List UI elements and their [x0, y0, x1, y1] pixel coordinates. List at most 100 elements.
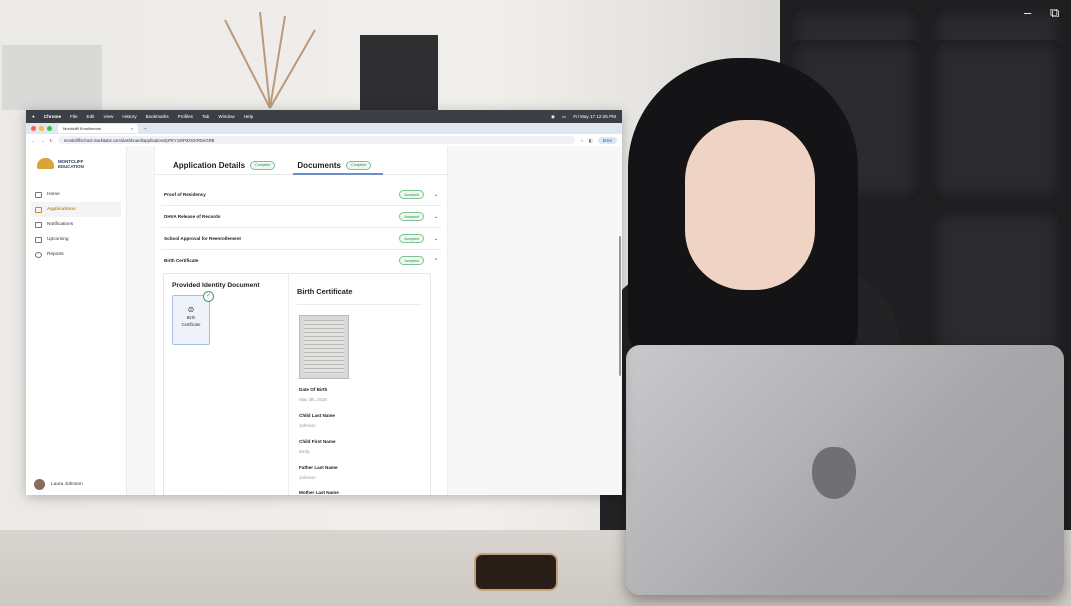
- document-name: DHVA Release of Records: [164, 214, 221, 219]
- tab-application-details[interactable]: Application Details Complete: [173, 156, 276, 174]
- sidebar-item-notifications[interactable]: Notifications: [31, 217, 121, 232]
- browser-tab[interactable]: Monticliff Enrollments ×: [58, 124, 138, 133]
- field-label: Mother Last Name: [299, 490, 339, 495]
- avatar: [34, 479, 45, 490]
- section-title: Provided Identity Document: [172, 282, 260, 289]
- chevron-down-icon[interactable]: ⌄: [431, 214, 441, 220]
- status-area: ◉ ▭ Fri May 17 12:26 PM: [551, 114, 616, 120]
- tab-strip: Monticliff Enrollments × +: [26, 123, 622, 134]
- applications-icon: [35, 206, 42, 213]
- minimize-window-button[interactable]: [39, 126, 44, 131]
- menu-edit[interactable]: Edit: [87, 114, 95, 119]
- menu-profiles[interactable]: Profiles: [178, 114, 193, 119]
- menu-bookmarks[interactable]: Bookmarks: [146, 114, 169, 119]
- user-name: Laura Johnson: [51, 482, 83, 487]
- document-icon: ⊜: [187, 305, 195, 314]
- document-title: Birth Certificate: [297, 287, 353, 296]
- birth-certificate-card[interactable]: ✓ ⊜ Birth Certificate: [172, 291, 214, 345]
- window-controls: [31, 126, 52, 131]
- mac-menubar: ● Chrome File Edit View History Bookmark…: [26, 110, 622, 123]
- divider: [297, 304, 422, 305]
- status-badge: Accepted: [399, 234, 424, 243]
- chevron-down-icon[interactable]: ⌄: [431, 236, 441, 242]
- popout-icon[interactable]: ⧉: [1050, 5, 1059, 21]
- sidebar-item-label: Home: [47, 192, 60, 197]
- document-row-dhva-release[interactable]: DHVA Release of Records Accepted ⌄: [161, 206, 441, 228]
- field-label: Father Last Name: [299, 465, 338, 470]
- chevron-up-icon[interactable]: ⌃: [431, 258, 441, 264]
- document-row-school-approval[interactable]: School Approval for Reenrollement Accept…: [161, 228, 441, 250]
- user-profile[interactable]: Laura Johnson: [34, 479, 83, 490]
- menu-help[interactable]: Help: [244, 114, 253, 119]
- wifi-icon[interactable]: ◉: [551, 114, 555, 120]
- application-content: Application Details Complete Documents C…: [154, 146, 448, 495]
- close-window-button[interactable]: [31, 126, 36, 131]
- brand-line-1: MONTCLIFF: [58, 158, 84, 164]
- sidebar-item-label: Applications: [47, 207, 76, 212]
- minimize-icon[interactable]: –: [1024, 5, 1031, 20]
- document-row-proof-of-residency[interactable]: Proof of Residency Accepted ⌄: [161, 184, 441, 206]
- sidebar: MONTCLIFF EDUCATION Home Applications No…: [26, 146, 127, 495]
- status-badge: Accepted: [399, 256, 424, 265]
- document-scan: [304, 320, 344, 374]
- menu-file[interactable]: File: [70, 114, 77, 119]
- sidebar-item-reports[interactable]: Reports: [31, 247, 121, 262]
- clock[interactable]: Fri May 17 12:26 PM: [573, 114, 616, 119]
- status-badge: Accepted: [399, 190, 424, 199]
- apple-menu-icon[interactable]: ●: [32, 114, 35, 119]
- tab-documents[interactable]: Documents Complete: [293, 156, 384, 175]
- sidebar-item-upcoming[interactable]: Upcoming: [31, 232, 121, 247]
- document-name: School Approval for Reenrollement: [164, 236, 241, 241]
- menu-history[interactable]: History: [122, 114, 136, 119]
- field-value: Emily: [299, 449, 310, 454]
- reload-icon[interactable]: ↻: [49, 138, 53, 143]
- sidebar-item-label: Upcoming: [47, 237, 69, 242]
- field-label: Child First Name: [299, 439, 336, 444]
- birth-certificate-detail-panel: Provided Identity Document ✓ ⊜ Birth Cer…: [163, 273, 431, 495]
- scrollbar[interactable]: [619, 236, 621, 376]
- field-value: Johnson: [299, 423, 316, 428]
- extensions-icon[interactable]: ◧: [589, 138, 593, 143]
- folder-icon: [35, 221, 42, 228]
- sidebar-item-label: Reports: [47, 252, 64, 257]
- field-label: Date Of Birth: [299, 387, 328, 392]
- back-icon[interactable]: ←: [31, 138, 35, 143]
- person-face: [685, 120, 815, 290]
- card-label-line-1: Birth: [186, 315, 196, 320]
- status-badge: Accepted: [399, 212, 424, 221]
- document-thumbnail[interactable]: [299, 315, 349, 379]
- field-value: Johnson: [299, 475, 316, 480]
- browser-window: ● Chrome File Edit View History Bookmark…: [26, 110, 622, 495]
- url-text: monticliffschool.markitabs.com/dashboard…: [63, 137, 215, 143]
- chevron-down-icon[interactable]: ⌄: [431, 192, 441, 198]
- menu-chrome[interactable]: Chrome: [44, 114, 61, 119]
- book: [360, 35, 438, 110]
- main-area: Application Details Complete Documents C…: [127, 146, 622, 495]
- error-button[interactable]: Error: [597, 136, 617, 144]
- battery-icon[interactable]: ▭: [562, 114, 566, 120]
- menu-window[interactable]: Window: [218, 114, 234, 119]
- menu-tab[interactable]: Tab: [202, 114, 209, 119]
- sidebar-item-applications[interactable]: Applications: [31, 202, 121, 217]
- brand-line-2: EDUCATION: [58, 163, 84, 169]
- page-tabs: Application Details Complete Documents C…: [155, 146, 447, 175]
- star-icon[interactable]: ☆: [580, 138, 584, 143]
- sidebar-item-label: Notifications: [47, 222, 74, 227]
- crown-logo-icon: [37, 158, 54, 169]
- new-tab-button[interactable]: +: [144, 126, 146, 131]
- status-badge: Complete: [250, 160, 276, 170]
- card-label-line-2: Certificate: [181, 321, 201, 327]
- shelf-box: [2, 45, 102, 110]
- tab-label: Application Details: [173, 160, 246, 170]
- sidebar-item-home[interactable]: Home: [31, 187, 121, 202]
- document-row-birth-certificate[interactable]: Birth Certificate Accepted ⌃: [161, 250, 441, 271]
- url-field[interactable]: monticliffschool.markitabs.com/dashboard…: [57, 136, 575, 144]
- forward-icon[interactable]: →: [40, 138, 44, 143]
- check-icon: ✓: [203, 291, 214, 302]
- status-badge: Complete: [345, 160, 372, 170]
- tab-close-icon[interactable]: ×: [131, 126, 133, 131]
- brand-logo[interactable]: MONTCLIFF EDUCATION: [37, 158, 126, 169]
- menu-view[interactable]: View: [103, 114, 113, 119]
- zoom-window-button[interactable]: [47, 126, 52, 131]
- panel-tile: [932, 210, 1062, 360]
